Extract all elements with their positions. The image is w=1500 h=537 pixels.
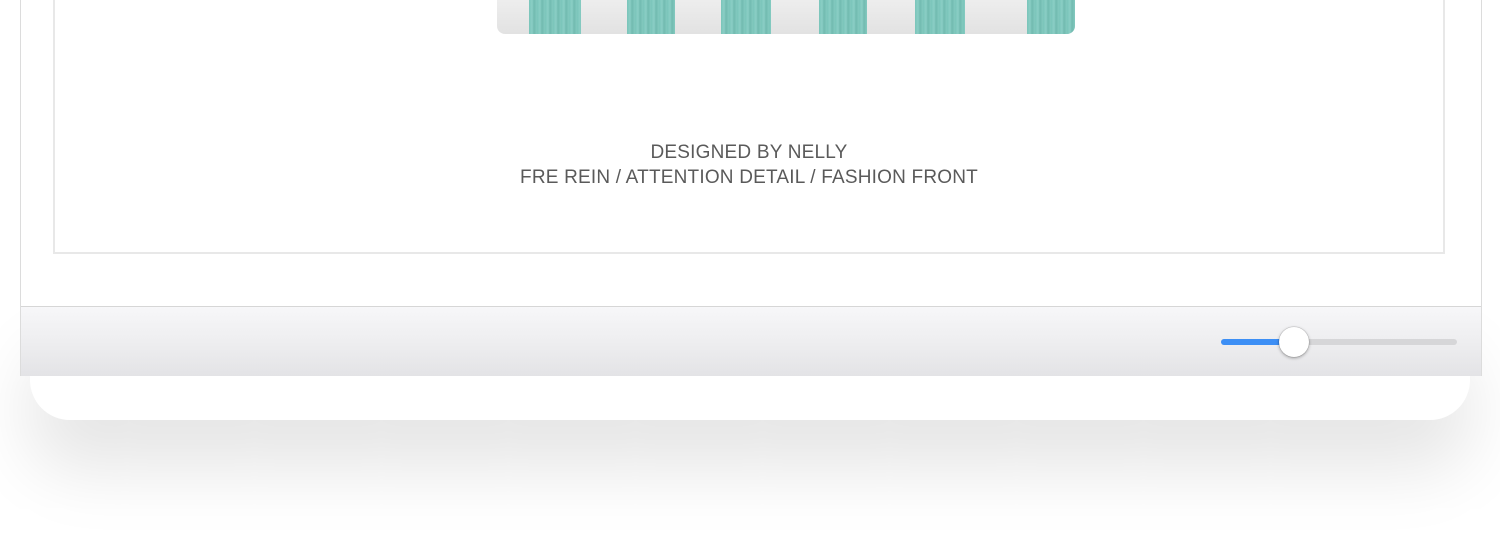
document-canvas: DESIGNED BY NELLY FRE REIN / ATTENTION D…	[53, 0, 1445, 254]
fabric-stripe	[1027, 0, 1075, 34]
designer-caption: DESIGNED BY NELLY	[650, 142, 848, 163]
fabric-stripe	[819, 0, 867, 34]
bottom-toolbar	[21, 306, 1481, 376]
fabric-stripe	[529, 0, 581, 34]
fabric-image	[497, 0, 1075, 34]
fabric-stripe	[627, 0, 675, 34]
fabric-stripe	[915, 0, 965, 34]
zoom-slider[interactable]	[1221, 327, 1457, 357]
fabric-stripe	[721, 0, 771, 34]
zoom-slider-thumb[interactable]	[1279, 327, 1310, 357]
tags-caption: FRE REIN / ATTENTION DETAIL / FASHION FR…	[520, 167, 978, 188]
app-window: DESIGNED BY NELLY FRE REIN / ATTENTION D…	[20, 0, 1482, 376]
